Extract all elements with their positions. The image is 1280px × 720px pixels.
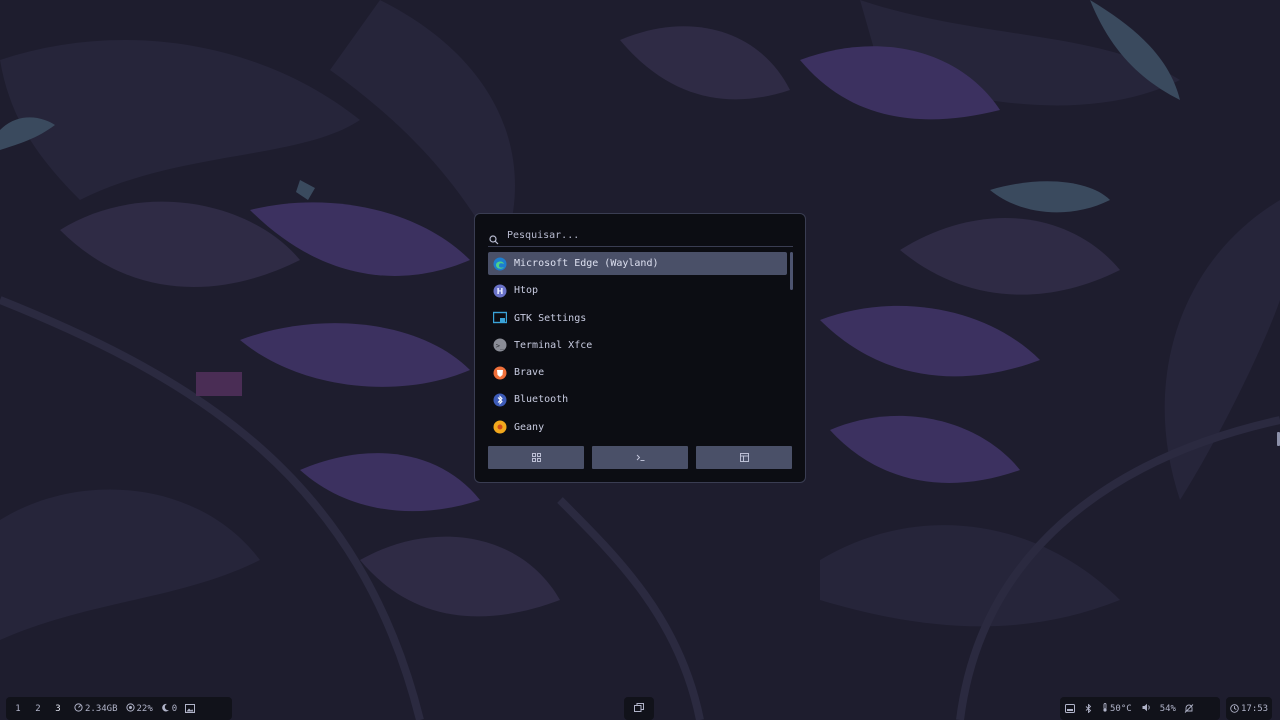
memory-icon: [74, 702, 83, 715]
notifications-off-icon[interactable]: [1184, 704, 1194, 713]
moon-icon: [161, 703, 170, 715]
workspace-3[interactable]: 3: [48, 704, 68, 714]
bluetooth-status-icon[interactable]: [1085, 704, 1092, 713]
clock-value: 17:53: [1241, 703, 1269, 714]
app-label: Microsoft Edge (Wayland): [514, 258, 659, 269]
app-item-gtk-settings[interactable]: GTK Settings: [488, 307, 787, 330]
volume-stat[interactable]: 54%: [1142, 703, 1176, 715]
app-item-brave[interactable]: Brave: [488, 361, 787, 384]
mode-switcher: [488, 446, 793, 469]
terminal-prompt-icon: [636, 450, 645, 465]
taskbar: 1 2 3 2.34GB 22% 0 50°C 54% 17:53: [0, 697, 1280, 720]
run-mode-button[interactable]: [592, 446, 688, 469]
app-item-bluetooth[interactable]: Bluetooth: [488, 388, 787, 411]
app-item-terminal-xfce[interactable]: >_ Terminal Xfce: [488, 334, 787, 357]
app-list: Microsoft Edge (Wayland) H Htop GTK Sett…: [488, 252, 787, 442]
app-label: Htop: [514, 285, 539, 297]
app-list-scrollbar[interactable]: [790, 252, 793, 290]
app-item-microsoft-edge[interactable]: Microsoft Edge (Wayland): [488, 252, 787, 275]
search-input[interactable]: [507, 229, 777, 241]
right-status-pill: 50°C 54%: [1060, 697, 1220, 720]
volume-value: 54%: [1159, 703, 1176, 714]
workspace-1[interactable]: 1: [8, 704, 28, 714]
windows-icon: [634, 702, 644, 715]
updates-stat[interactable]: 0: [161, 703, 177, 715]
temperature-value: 50°C: [1110, 703, 1132, 714]
app-label: Terminal Xfce: [514, 339, 593, 351]
updates-value: 0: [171, 703, 178, 714]
windows-mode-button[interactable]: [696, 446, 792, 469]
bluetooth-icon: [493, 393, 507, 407]
memory-value: 2.34GB: [85, 703, 118, 714]
app-item-htop[interactable]: H Htop: [488, 279, 787, 302]
cpu-icon: [125, 702, 135, 715]
left-status-pill: 1 2 3 2.34GB 22% 0: [6, 697, 232, 720]
geany-icon: [493, 420, 507, 434]
memory-stat: 2.34GB: [74, 702, 118, 715]
app-label: Brave: [514, 367, 545, 379]
edge-icon: [493, 257, 507, 271]
apps-mode-button[interactable]: [488, 446, 584, 469]
svg-text:>_: >_: [496, 342, 505, 350]
brave-icon: [493, 366, 507, 380]
volume-icon: [1142, 703, 1152, 715]
image-icon[interactable]: [185, 704, 196, 713]
temperature-stat: 50°C: [1102, 702, 1132, 715]
cpu-stat: 22%: [125, 702, 153, 715]
svg-text:H: H: [497, 287, 504, 296]
terminal-icon: >_: [493, 338, 507, 352]
grid-icon: [531, 450, 541, 465]
cpu-value: 22%: [136, 703, 153, 714]
gtk-settings-icon: [493, 311, 507, 325]
thermometer-icon: [1102, 702, 1108, 715]
window-icon: [739, 450, 749, 465]
app-item-geany[interactable]: Geany: [488, 416, 787, 439]
htop-icon: H: [493, 284, 507, 298]
workspace-2[interactable]: 2: [28, 704, 48, 714]
window-switcher[interactable]: [624, 697, 654, 720]
screen-icon[interactable]: [1065, 704, 1075, 713]
app-label: Bluetooth: [514, 394, 569, 406]
search-bar: [488, 224, 793, 247]
search-icon: [489, 230, 499, 245]
app-label: Geany: [514, 421, 545, 433]
app-launcher: Microsoft Edge (Wayland) H Htop GTK Sett…: [474, 213, 806, 483]
clock-icon: [1230, 704, 1239, 713]
clock-pill[interactable]: 17:53: [1226, 697, 1272, 720]
app-label: GTK Settings: [514, 312, 587, 324]
